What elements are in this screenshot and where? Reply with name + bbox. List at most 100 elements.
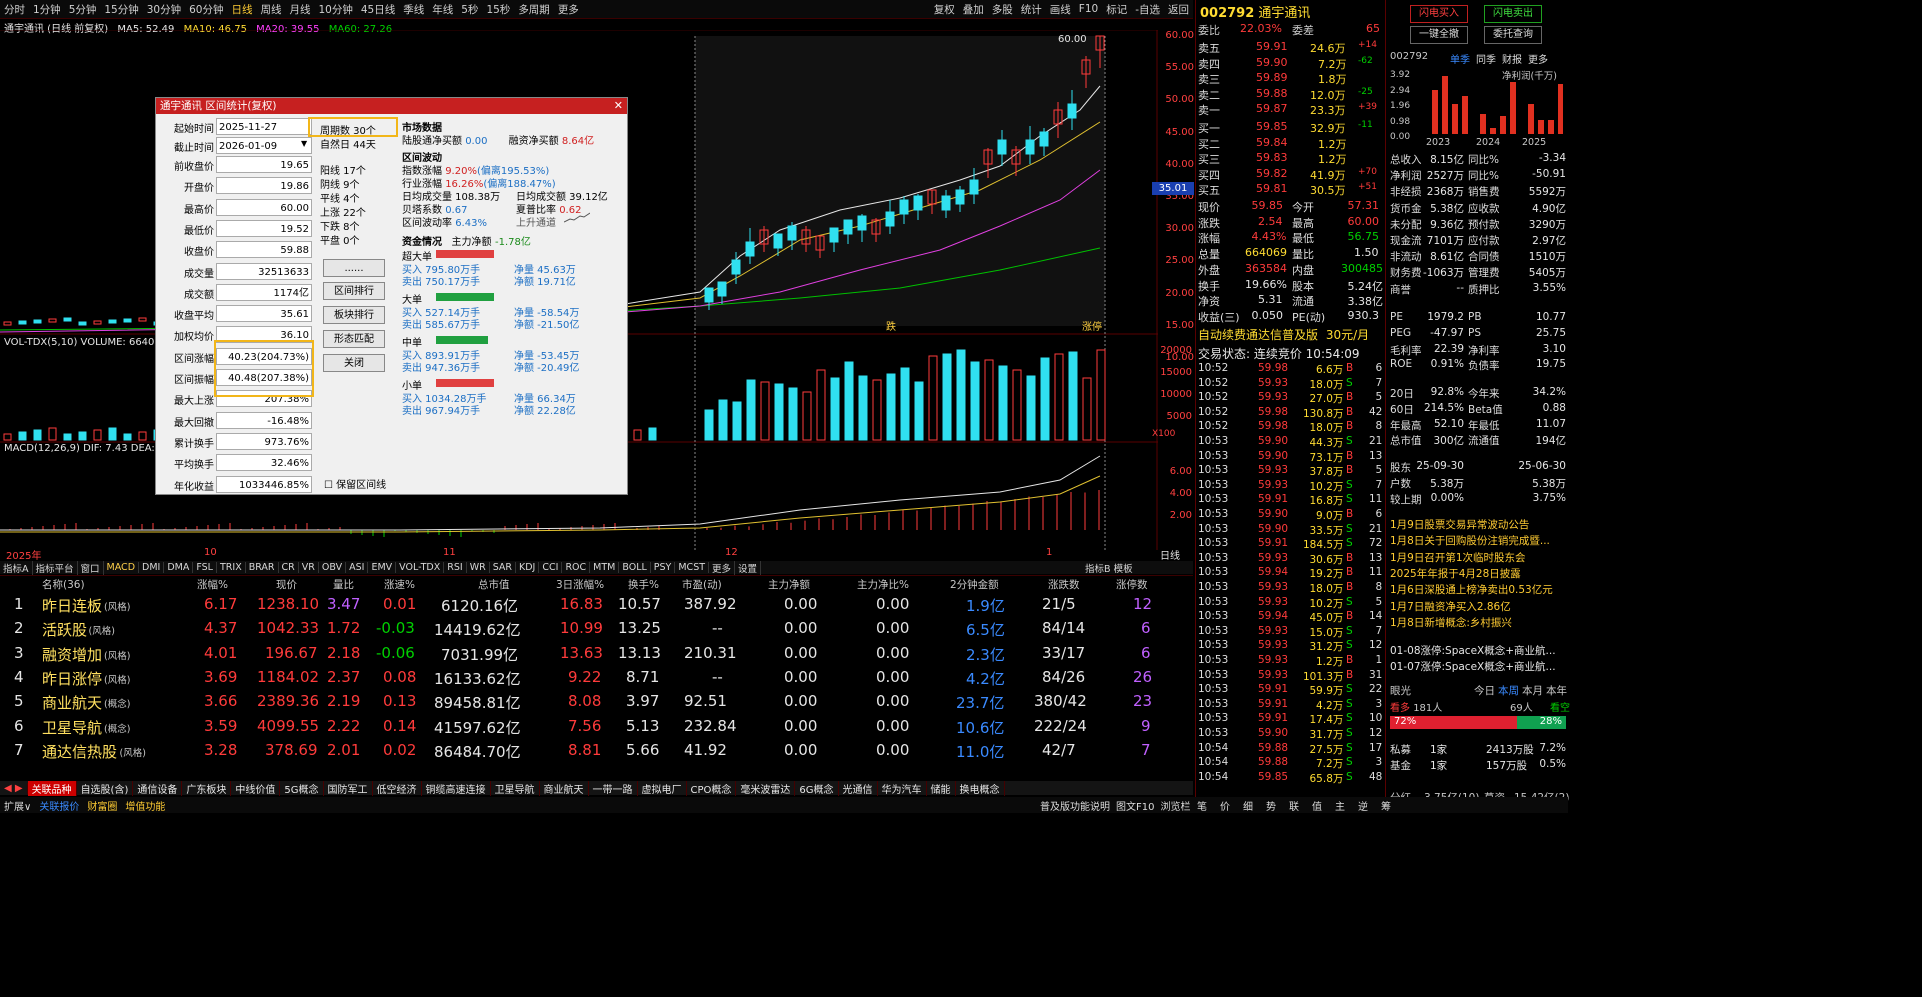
dialog-button[interactable]: 形态匹配 [323, 330, 385, 348]
dialog-title-bar[interactable]: 通宇通讯 区间统计(复权) ✕ [156, 98, 627, 114]
table-row[interactable]: 3 融资增加 (风格) 4.01 196.67 2.18 -0.06 7031.99亿 13.6… [0, 642, 1193, 666]
indicator-tab[interactable]: 更多 [709, 560, 736, 575]
indicator-tab[interactable]: SAR [490, 562, 517, 573]
sector-tab[interactable]: 中线价值 [231, 780, 281, 796]
dialog-button[interactable]: 关闭 [323, 354, 385, 372]
sector-tab[interactable]: 华为汽车 [878, 780, 927, 796]
finance-tab[interactable]: 同季 [1476, 55, 1496, 66]
toolbar-tool[interactable]: 多股 [988, 2, 1017, 17]
column-header[interactable]: 市盈(动) [682, 577, 722, 592]
indicator-tab[interactable]: CR [279, 562, 299, 573]
sector-tab[interactable]: 一带一路 [589, 780, 638, 796]
indicator-tab[interactable]: MACD [104, 562, 140, 573]
news-item[interactable]: 1月9日召开第1次临时股东会 [1390, 550, 1568, 565]
tab-year[interactable]: 本年 [1546, 683, 1567, 698]
indicator-tab[interactable]: ASI [346, 562, 369, 573]
news-item[interactable]: 01-07涨停:SpaceX概念+商业航... [1390, 659, 1568, 674]
detail-tab[interactable]: 联 [1289, 802, 1299, 813]
column-header[interactable]: 主力净比% [857, 577, 909, 592]
bottom-tool[interactable]: 浏览栏 [1160, 802, 1190, 813]
indicator-tab[interactable]: TRIX [217, 562, 246, 573]
column-header[interactable]: 换手% [628, 577, 659, 592]
promo-banner[interactable]: 自动续费通达信普及版 30元/月 [1198, 326, 1384, 343]
sector-tab[interactable]: 储能 [927, 780, 956, 796]
period-tab[interactable]: 5分钟 [65, 2, 101, 17]
sector-tab[interactable]: 低空经济 [373, 780, 422, 796]
period-tab[interactable]: 30分钟 [143, 2, 185, 17]
ask-row[interactable]: 卖四 59.90 7.2万 -62 [1196, 56, 1384, 71]
toolbar-tool[interactable]: 标记 [1102, 2, 1131, 17]
toolbar-tool[interactable]: 画线 [1046, 2, 1075, 17]
indicator-tab[interactable]: FSL [193, 562, 217, 573]
sector-tab[interactable]: 光通信 [839, 780, 878, 796]
x-period-label[interactable]: 日线 [1160, 547, 1180, 562]
period-tab[interactable]: 多周期 [514, 2, 554, 17]
bid-row[interactable]: 买一 59.85 32.9万 -11 [1196, 120, 1384, 135]
sector-tab[interactable]: 换电概念 [956, 780, 1005, 796]
sector-tab[interactable]: 关联品种 [27, 780, 77, 796]
bottom-tool[interactable]: 财富圈 [87, 802, 117, 813]
tab-arrows[interactable]: ◀ ▶ [0, 782, 28, 794]
news-item[interactable]: 1月9日股票交易异常波动公告 [1390, 517, 1568, 532]
tab-week[interactable]: 本周 [1498, 683, 1519, 698]
sector-tab[interactable]: 自选股(含) [77, 780, 134, 796]
detail-tab[interactable]: 价 [1220, 802, 1230, 813]
news-item[interactable]: 1月7日融资净买入2.86亿 [1390, 599, 1568, 614]
bottom-tool[interactable]: 普及版功能说明 [1040, 802, 1110, 813]
indicator-tab[interactable]: OBV [319, 562, 347, 573]
column-header[interactable]: 涨跌数 [1048, 577, 1080, 592]
sector-tab[interactable]: 广东板块 [182, 780, 232, 796]
table-row[interactable]: 6 卫星导航 (概念) 3.59 4099.55 2.22 0.14 41597.62亿 7.5… [0, 715, 1193, 739]
period-tab[interactable]: 分时 [0, 2, 29, 17]
indicator-tab[interactable]: 设置 [735, 560, 762, 575]
news-item[interactable]: 2025年年报于4月28日披露 [1390, 566, 1568, 581]
indicator-tab[interactable]: EMV [368, 562, 397, 573]
indicator-tab[interactable]: MCST [675, 562, 710, 573]
detail-tab[interactable]: 细 [1243, 802, 1253, 813]
sector-tab[interactable]: 通信设备 [133, 780, 183, 796]
news-item[interactable]: 1月8日新增概念:乡村振兴 [1390, 615, 1568, 630]
period-tab[interactable]: 5秒 [457, 2, 482, 17]
column-header[interactable]: 涨幅% [197, 577, 228, 592]
detail-tab[interactable]: 值 [1312, 802, 1322, 813]
toolbar-tool[interactable]: 统计 [1017, 2, 1046, 17]
detail-tab[interactable]: 筹 [1381, 802, 1391, 813]
bottom-tool[interactable]: 关联报价 [39, 802, 79, 813]
period-tab[interactable]: 周线 [257, 2, 286, 17]
news-item[interactable]: 1月6日深股通上榜净卖出0.53亿元 [1390, 582, 1568, 597]
dialog-button[interactable]: ...... [323, 259, 385, 277]
detail-tab[interactable]: 笔 [1197, 802, 1207, 813]
period-tab[interactable]: 更多 [554, 2, 583, 17]
indicator-tab[interactable]: MTM [590, 562, 620, 573]
column-header[interactable]: 3日涨幅% [556, 577, 604, 592]
indicator-b-tab[interactable]: 指标B [1085, 564, 1111, 575]
indicator-tab[interactable]: RSI [444, 562, 467, 573]
keep-range-checkbox[interactable]: ☐ 保留区间线 [324, 476, 386, 491]
indicator-tab[interactable]: WR [467, 562, 490, 573]
sector-tab[interactable]: 毫米波雷达 [736, 780, 796, 796]
indicator-tab[interactable]: VOL-TDX [396, 562, 445, 573]
stock-name[interactable]: 通宇通讯 [1258, 6, 1310, 21]
table-row[interactable]: 7 通达信热股 (风格) 3.28 378.69 2.01 0.02 86484.70亿 8.8… [0, 739, 1193, 763]
ask-row[interactable]: 卖一 59.87 23.3万 +39 [1196, 102, 1384, 117]
bottom-tool[interactable]: 增值功能 [125, 802, 165, 813]
finance-tab[interactable]: 更多 [1528, 55, 1548, 66]
bid-row[interactable]: 买三 59.83 1.2万 [1196, 151, 1384, 166]
tab-month[interactable]: 本月 [1522, 683, 1543, 698]
period-tab[interactable]: 15分钟 [100, 2, 142, 17]
template-tab[interactable]: 模板 [1114, 564, 1133, 575]
period-tab[interactable]: 月线 [286, 2, 315, 17]
end-time-field[interactable]: 2026-01-09 [216, 137, 312, 154]
sector-tab[interactable]: 国防军工 [324, 780, 373, 796]
ask-row[interactable]: 卖二 59.88 12.0万 -25 [1196, 87, 1384, 102]
period-tab[interactable]: 15秒 [482, 2, 514, 17]
sector-tab[interactable]: 卫星导航 [491, 780, 540, 796]
table-row[interactable]: 4 昨日涨停 (风格) 3.69 1184.02 2.37 0.08 16133.62亿 9.2… [0, 666, 1193, 690]
indicator-tab[interactable]: 指标A [0, 560, 33, 575]
start-time-field[interactable]: 2025-11-27 [216, 118, 312, 135]
cancel-all-button[interactable]: 一键全撤 [1410, 26, 1468, 44]
column-header[interactable]: 涨速% [384, 577, 415, 592]
column-header[interactable]: 2分钟金额 [950, 577, 999, 592]
detail-tab[interactable]: 势 [1266, 802, 1276, 813]
indicator-tab[interactable]: PSY [651, 562, 676, 573]
